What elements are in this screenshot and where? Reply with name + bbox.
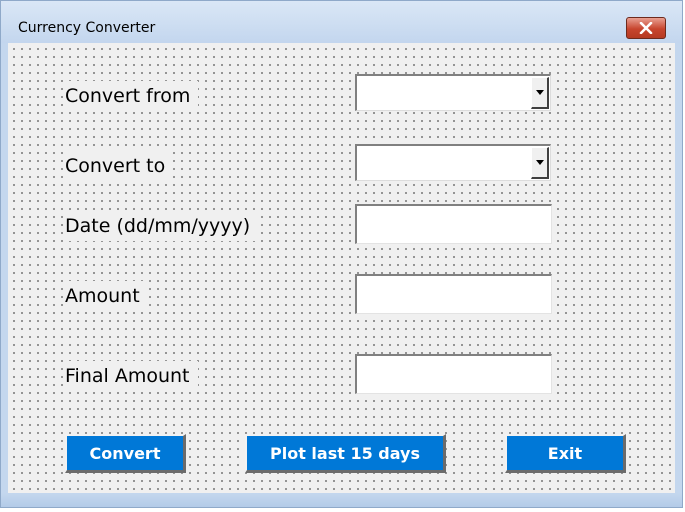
amount-label: Amount xyxy=(63,281,148,311)
convert-to-label: Convert to xyxy=(63,151,174,181)
convert-to-dropdown-button[interactable] xyxy=(531,147,549,179)
close-icon xyxy=(639,22,653,34)
convert-from-label: Convert from xyxy=(63,81,199,111)
convert-button[interactable]: Convert xyxy=(65,434,186,473)
final-amount-output[interactable] xyxy=(355,354,552,394)
amount-input[interactable] xyxy=(355,274,552,314)
title-bar[interactable]: Currency Converter xyxy=(1,1,682,43)
form-area: Convert from Convert to Date (dd/mm/yyyy… xyxy=(8,43,675,495)
close-button[interactable] xyxy=(626,17,666,39)
convert-from-dropdown[interactable] xyxy=(355,74,551,111)
chevron-down-icon xyxy=(535,90,544,95)
window-bottom-border xyxy=(1,493,682,507)
exit-button[interactable]: Exit xyxy=(505,434,626,473)
date-input[interactable] xyxy=(355,204,552,244)
final-amount-label: Final Amount xyxy=(63,361,198,391)
chevron-down-icon xyxy=(535,160,544,165)
date-label: Date (dd/mm/yyyy) xyxy=(63,211,259,241)
convert-from-dropdown-button[interactable] xyxy=(531,77,549,109)
window-title: Currency Converter xyxy=(18,20,156,36)
convert-to-dropdown[interactable] xyxy=(355,144,551,181)
plot-last-15-days-button[interactable]: Plot last 15 days xyxy=(245,434,446,473)
currency-converter-window: Currency Converter Convert from Convert … xyxy=(0,0,683,508)
